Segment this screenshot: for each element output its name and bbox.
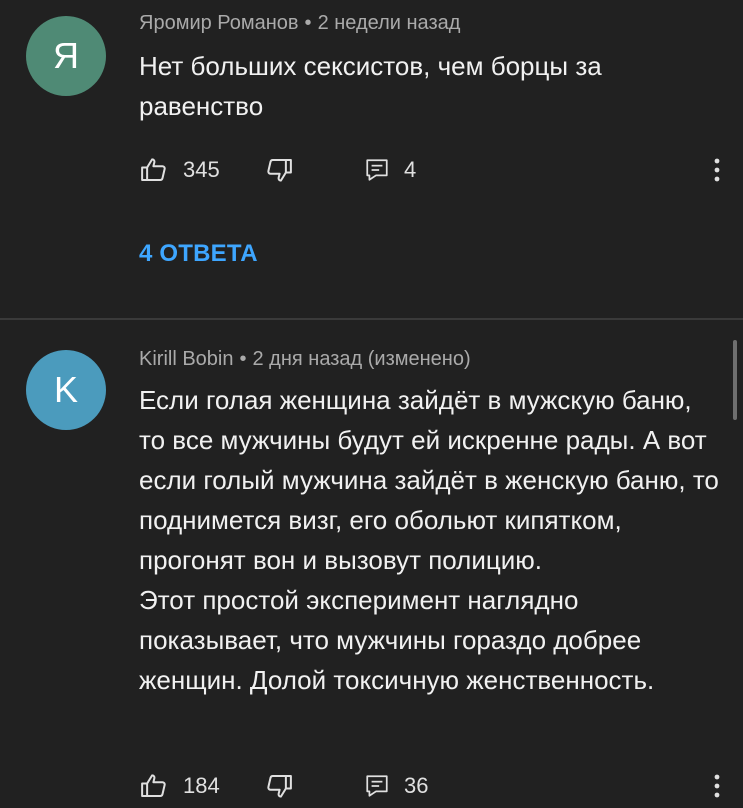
- comment-text: Нет больших сексистов, чем борцы за раве…: [139, 46, 719, 126]
- comment-actions: 345 4: [139, 150, 720, 190]
- like-button[interactable]: 345: [139, 155, 264, 185]
- more-options-button[interactable]: [711, 771, 723, 801]
- thumb-down-icon: [264, 155, 294, 185]
- like-count: 184: [183, 773, 220, 798]
- comment-meta: Яромир Романов • 2 недели назад: [139, 12, 460, 35]
- reply-icon: [364, 157, 390, 183]
- reply-count: 4: [404, 157, 417, 182]
- like-count: 345: [183, 157, 220, 182]
- thumb-up-icon: [139, 155, 169, 185]
- dislike-button[interactable]: [264, 771, 364, 801]
- author-name[interactable]: Kirill Bobin: [139, 348, 233, 370]
- like-button[interactable]: 184: [139, 771, 264, 801]
- thumb-up-icon: [139, 771, 169, 801]
- comment-paragraph: Этот простой эксперимент наглядно показы…: [139, 585, 655, 695]
- reply-count: 36: [404, 773, 429, 798]
- thumb-down-icon: [264, 771, 294, 801]
- meta-separator: •: [239, 348, 247, 370]
- avatar-letter: K: [53, 369, 78, 410]
- avatar[interactable]: Я: [26, 16, 106, 96]
- dislike-button[interactable]: [264, 155, 364, 185]
- comment-time[interactable]: 2 недели назад: [318, 12, 461, 34]
- comment-time[interactable]: 2 дня назад (изменено): [253, 348, 471, 370]
- scrollbar-thumb[interactable]: [733, 340, 737, 420]
- avatar-letter: Я: [53, 35, 79, 76]
- more-vert-icon: [711, 771, 723, 801]
- reply-icon: [364, 773, 390, 799]
- comment-paragraph: Нет больших сексистов, чем борцы за раве…: [139, 51, 602, 121]
- meta-separator: •: [304, 12, 312, 34]
- comment-paragraph: Если голая женщина зайдёт в мужскую баню…: [139, 385, 719, 575]
- view-replies-link[interactable]: 4 ОТВЕТА: [139, 240, 258, 268]
- more-options-button[interactable]: [711, 155, 723, 185]
- reply-button[interactable]: 4: [364, 157, 416, 183]
- author-name[interactable]: Яромир Романов: [139, 12, 299, 34]
- comment-text: Если голая женщина зайдёт в мужскую баню…: [139, 380, 719, 700]
- comment-meta: Kirill Bobin • 2 дня назад (изменено): [139, 348, 471, 371]
- more-vert-icon: [711, 155, 723, 185]
- comment-actions: 184 36: [139, 766, 720, 806]
- avatar[interactable]: K: [26, 350, 106, 430]
- reply-button[interactable]: 36: [364, 773, 428, 799]
- comments-page: Я Яромир Романов • 2 недели назад Нет боль…: [0, 0, 743, 808]
